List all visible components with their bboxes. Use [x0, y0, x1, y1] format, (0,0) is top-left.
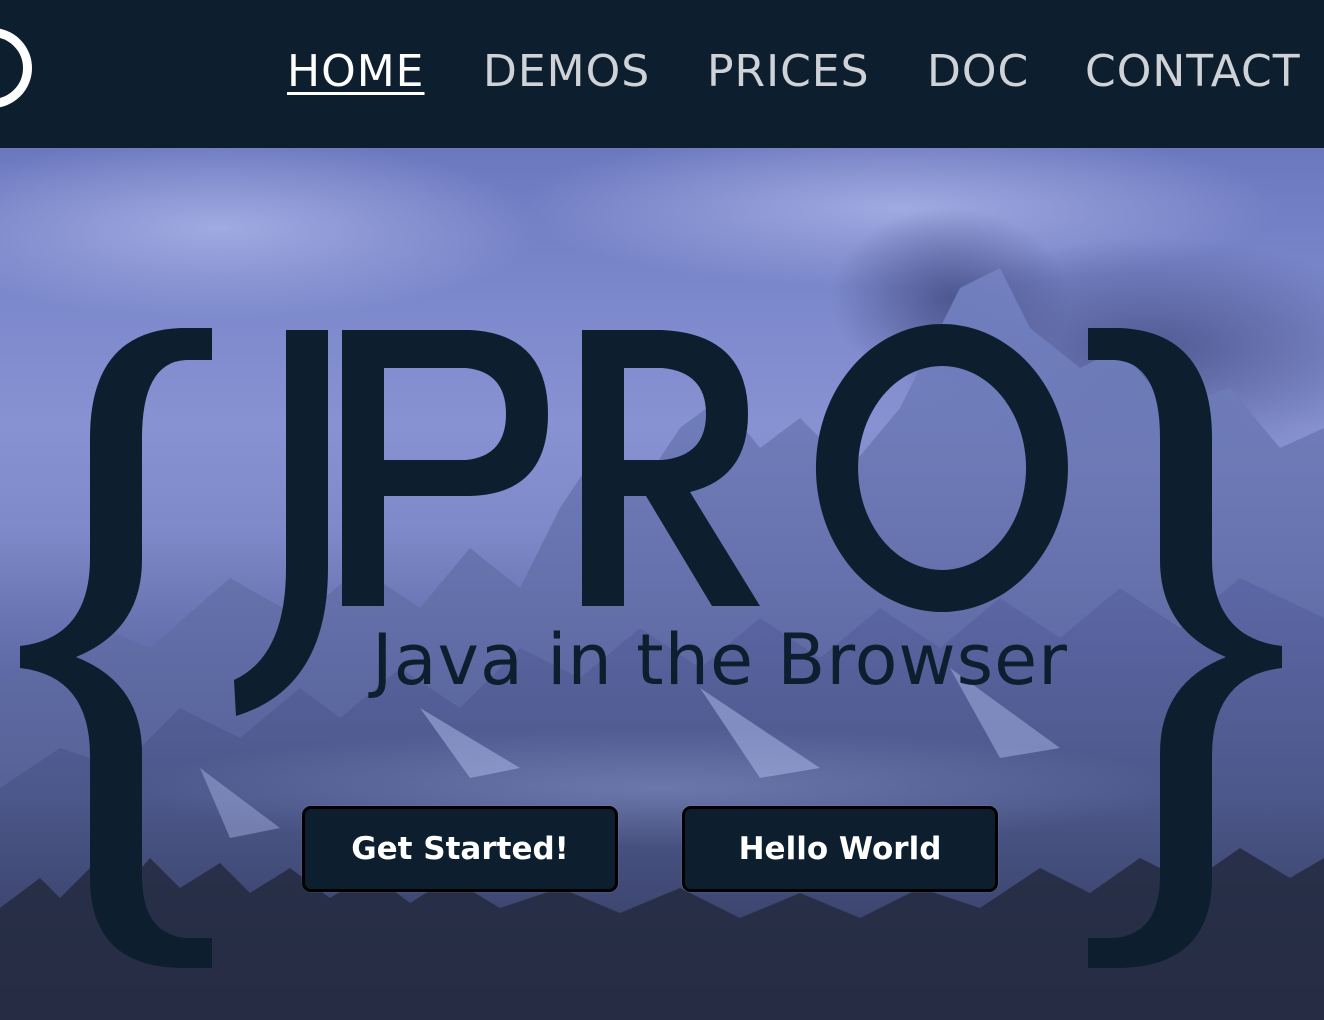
hero-tagline: Java in the Browser [372, 619, 1068, 701]
mountain-background [0, 148, 1324, 1020]
nav-item-demos[interactable]: DEMOS [483, 44, 650, 100]
hero-section: Java in the Browser Get Started! Hello W… [0, 148, 1324, 1020]
navbar: HOME DEMOS PRICES DOC CONTACT [0, 0, 1324, 148]
get-started-button[interactable]: Get Started! [302, 806, 618, 892]
ring-logo-icon[interactable] [0, 28, 32, 108]
nav-item-doc[interactable]: DOC [927, 44, 1029, 100]
nav-item-prices[interactable]: PRICES [707, 44, 870, 100]
nav-item-home[interactable]: HOME [287, 44, 424, 100]
hello-world-button[interactable]: Hello World [682, 806, 998, 892]
page: HOME DEMOS PRICES DOC CONTACT Java in th… [0, 0, 1324, 1020]
nav-item-contact[interactable]: CONTACT [1085, 44, 1301, 100]
